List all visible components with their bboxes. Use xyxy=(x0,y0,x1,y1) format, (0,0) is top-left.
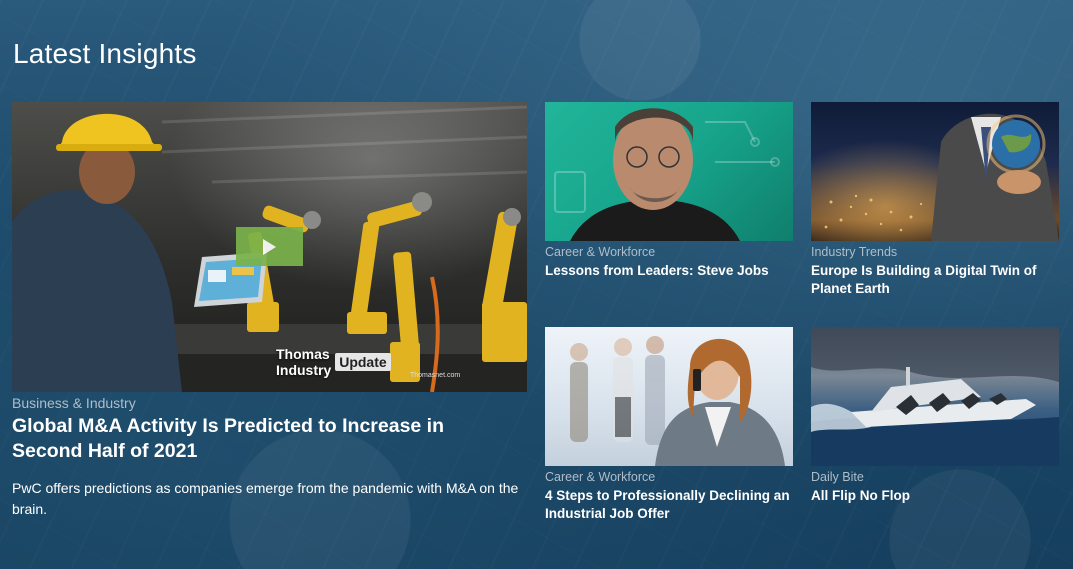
article-thumbnail[interactable] xyxy=(811,327,1059,466)
portrait-illustration xyxy=(554,108,780,241)
office-illustration xyxy=(570,336,785,466)
article-headline[interactable]: Europe Is Building a Digital Twin of Pla… xyxy=(811,262,1051,298)
article-headline[interactable]: 4 Steps to Professionally Declining an I… xyxy=(545,487,790,523)
article-headline[interactable]: Lessons from Leaders: Steve Jobs xyxy=(545,262,790,280)
article-category[interactable]: Industry Trends xyxy=(811,245,897,259)
article-thumbnail[interactable] xyxy=(545,327,793,466)
article-thumbnail[interactable] xyxy=(811,102,1059,241)
watermark-site: Thomasnet.com xyxy=(410,372,461,379)
play-button[interactable] xyxy=(236,227,303,266)
section-title: Latest Insights xyxy=(13,38,197,69)
article-headline[interactable]: All Flip No Flop xyxy=(811,487,1051,505)
latest-insights-section: Latest Insights Thomas Industry Update T… xyxy=(0,0,1073,569)
article-category[interactable]: Career & Workforce xyxy=(545,470,655,484)
boat-illustration xyxy=(811,327,1059,466)
watermark-brand: Thomas Industry xyxy=(276,346,332,378)
city-earth-illustration xyxy=(824,113,1059,241)
featured-category[interactable]: Business & Industry xyxy=(12,395,136,411)
article-thumbnail[interactable] xyxy=(545,102,793,241)
article-category[interactable]: Career & Workforce xyxy=(545,245,655,259)
featured-headline[interactable]: Global M&A Activity Is Predicted to Incr… xyxy=(12,414,512,464)
watermark-tag: Update xyxy=(335,353,391,371)
featured-description: PwC offers predictions as companies emer… xyxy=(12,480,519,517)
article-category[interactable]: Daily Bite xyxy=(811,470,864,484)
play-icon xyxy=(263,238,276,255)
featured-video-thumbnail[interactable] xyxy=(12,102,527,392)
video-watermark: Thomas Industry Update xyxy=(276,346,391,378)
